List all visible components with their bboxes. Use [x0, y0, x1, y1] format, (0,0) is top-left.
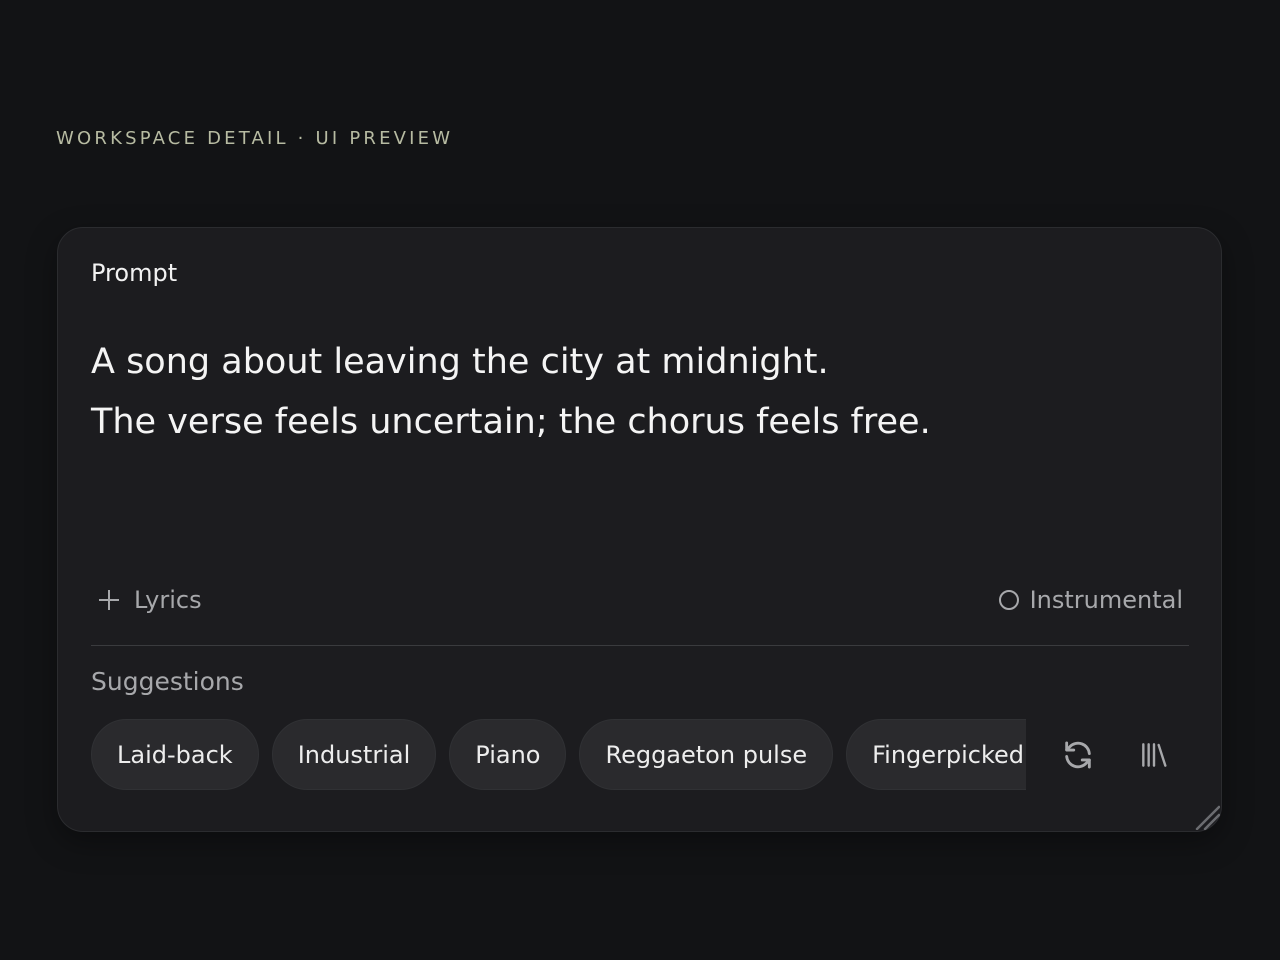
lyrics-label: Lyrics — [134, 586, 202, 614]
prompt-line: A song about leaving the city at midnigh… — [91, 342, 829, 382]
suggestion-chip[interactable]: Fingerpicked guitar — [846, 719, 1026, 790]
prompt-card: Prompt A song about leaving the city at … — [57, 227, 1222, 832]
instrumental-toggle[interactable]: Instrumental — [998, 582, 1183, 618]
radio-icon — [998, 590, 1019, 610]
suggestion-chip[interactable]: Laid-back — [91, 719, 259, 790]
refresh-suggestions-button[interactable] — [1056, 733, 1100, 777]
add-lyrics-button[interactable]: Lyrics — [98, 582, 202, 618]
divider — [91, 645, 1189, 646]
page-eyebrow: WORKSPACE DETAIL · UI PREVIEW — [56, 128, 454, 149]
suggestion-chip[interactable]: Reggaeton pulse — [579, 719, 834, 790]
refresh-icon — [1065, 741, 1091, 769]
instrumental-label: Instrumental — [1029, 586, 1183, 614]
suggestions-label: Suggestions — [91, 667, 244, 696]
plus-icon — [98, 589, 120, 611]
resize-grip-icon[interactable] — [1188, 798, 1220, 830]
library-button[interactable] — [1132, 733, 1176, 777]
prompt-title: Prompt — [91, 259, 178, 287]
suggestion-chips: Laid-back Industrial Piano Reggaeton pul… — [91, 719, 1026, 790]
suggestion-chip[interactable]: Piano — [449, 719, 567, 790]
library-icon — [1142, 743, 1167, 767]
prompt-line: The verse feels uncertain; the chorus fe… — [91, 402, 931, 442]
prompt-textarea[interactable]: A song about leaving the city at midnigh… — [91, 332, 931, 452]
suggestion-chip[interactable]: Industrial — [271, 719, 437, 790]
